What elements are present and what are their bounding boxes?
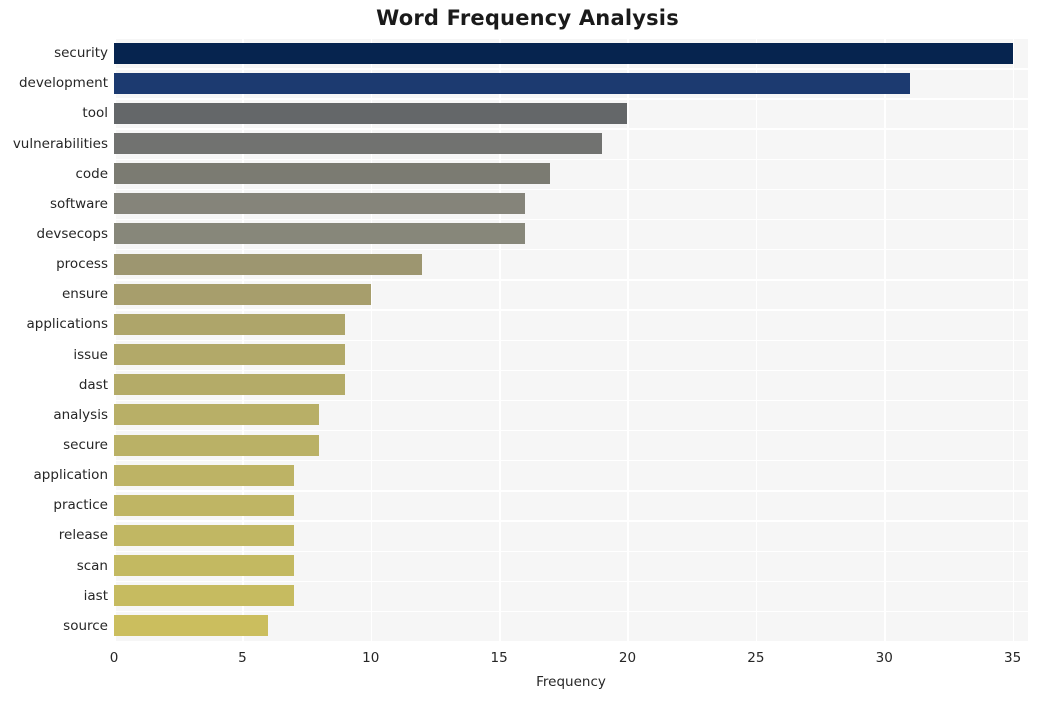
y-tick-label-issue: issue — [73, 346, 108, 363]
x-axis-tick-labels: 0 5 10 15 20 25 30 35 — [110, 641, 1028, 671]
y-tick-label-analysis: analysis — [53, 406, 108, 423]
y-tick-label-application: application — [33, 467, 108, 484]
bar-ensure — [114, 283, 371, 305]
y-tick-label-process: process — [56, 256, 108, 273]
x-tick-label-25: 25 — [747, 650, 765, 666]
y-tick-label-software: software — [50, 195, 108, 212]
bar-vulnerabilities — [114, 133, 602, 155]
bar-release — [114, 524, 294, 546]
y-tick-label-iast: iast — [83, 587, 108, 604]
bar-devsecops — [114, 223, 525, 245]
bar-process — [114, 253, 423, 275]
bar-scan — [114, 555, 294, 577]
y-tick-label-tool: tool — [82, 105, 108, 122]
bar-security — [114, 42, 1013, 64]
x-tick-label-0: 0 — [109, 650, 119, 666]
x-tick-label-30: 30 — [875, 650, 893, 666]
y-axis-tick-labels: security development tool vulnerabilities co… — [0, 38, 108, 641]
bar-dast — [114, 374, 346, 396]
y-tick-label-development: development — [18, 75, 108, 92]
bar-practice — [114, 494, 294, 516]
y-tick-label-release: release — [58, 527, 108, 544]
y-tick-label-ensure: ensure — [61, 286, 108, 303]
y-tick-label-scan: scan — [76, 557, 108, 574]
x-tick-label-20: 20 — [618, 650, 637, 666]
bar-secure — [114, 434, 320, 456]
y-tick-label-dast: dast — [78, 376, 108, 393]
x-tick-label-5: 5 — [238, 650, 247, 666]
y-tick-label-practice: practice — [53, 497, 108, 514]
word-frequency-chart: Word Frequency Analysis security developm… — [0, 0, 1055, 701]
plot-area — [114, 38, 1028, 643]
x-tick-label-35: 35 — [1004, 650, 1022, 666]
y-tick-label-vulnerabilities: vulnerabilities — [12, 135, 108, 152]
bar-applications — [114, 313, 346, 335]
x-tick-label-10: 10 — [362, 650, 380, 666]
chart-title: Word Frequency Analysis — [376, 6, 679, 30]
y-tick-label-devsecops: devsecops — [36, 225, 109, 242]
bar-software — [114, 193, 525, 215]
bar-issue — [114, 344, 346, 366]
bar-analysis — [114, 404, 320, 426]
x-tick-label-15: 15 — [490, 650, 508, 666]
bars-container — [114, 38, 1028, 641]
y-tick-label-secure: secure — [63, 437, 108, 454]
bar-iast — [114, 585, 294, 607]
bar-code — [114, 163, 551, 185]
y-tick-label-code: code — [75, 165, 108, 182]
bar-tool — [114, 102, 628, 124]
y-tick-label-source: source — [63, 617, 108, 634]
bar-application — [114, 464, 294, 486]
bar-development — [114, 72, 910, 94]
y-tick-label-security: security — [54, 45, 108, 62]
y-tick-label-applications: applications — [26, 316, 108, 333]
x-axis-title: Frequency — [536, 674, 606, 690]
bar-source — [114, 615, 269, 637]
